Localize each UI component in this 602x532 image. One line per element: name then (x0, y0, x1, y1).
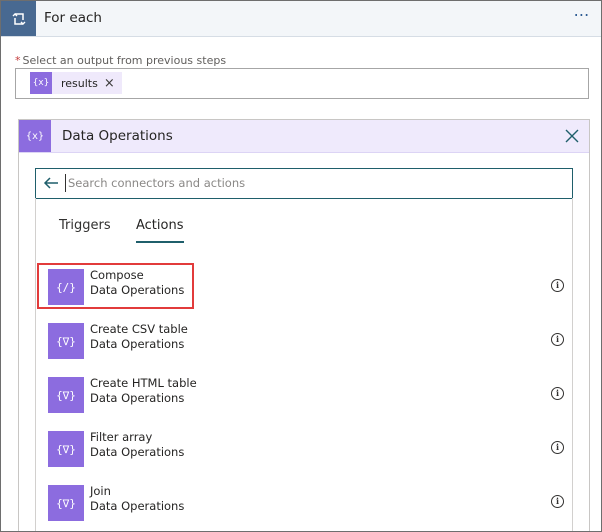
search-input[interactable] (65, 174, 568, 192)
info-icon[interactable]: i (551, 441, 564, 454)
data-operations-icon: {∇} (48, 323, 84, 359)
remove-token-icon[interactable]: × (104, 76, 122, 91)
action-item-filter-array[interactable]: {∇} Filter array Data Operations i (48, 427, 566, 475)
action-connector: Data Operations (90, 283, 185, 297)
required-mark: * (15, 54, 21, 67)
info-icon[interactable]: i (551, 279, 564, 292)
action-connector: Data Operations (90, 445, 185, 459)
action-name: Create CSV table (90, 322, 188, 336)
token-label: results (61, 76, 98, 90)
action-name: Filter array (90, 430, 153, 444)
data-operations-icon: {x} (30, 72, 52, 94)
action-connector: Data Operations (90, 337, 185, 351)
data-operations-icon: {∇} (48, 431, 84, 467)
action-name: Compose (90, 268, 144, 282)
tab-bar: Triggers Actions (36, 218, 572, 248)
action-name: Create HTML table (90, 376, 197, 390)
action-item-compose[interactable]: {∕} Compose Data Operations i (48, 265, 566, 313)
results-token[interactable]: {x} results × (30, 72, 122, 94)
search-box (35, 168, 573, 199)
for-each-title: For each (44, 10, 102, 26)
action-connector: Data Operations (90, 391, 185, 405)
loop-icon (1, 1, 36, 36)
action-item-create-html-table[interactable]: {∇} Create HTML table Data Operations i (48, 373, 566, 421)
compose-icon: {∕} (48, 269, 84, 305)
operations-list-area: Triggers Actions {∕} Compose Data Operat… (35, 198, 573, 531)
select-output-field[interactable]: {x} results × (15, 68, 589, 99)
info-icon[interactable]: i (551, 333, 564, 346)
action-name: Join (90, 484, 111, 498)
select-output-label: * Select an output from previous steps (15, 54, 226, 67)
data-operations-panel: {x} Data Operations Triggers Actions (18, 119, 590, 531)
action-connector: Data Operations (90, 499, 185, 513)
data-operations-icon: {∇} (48, 377, 84, 413)
for-each-header[interactable]: For each ⋯ (1, 1, 601, 37)
action-item-join[interactable]: {∇} Join Data Operations i (48, 481, 566, 529)
info-icon[interactable]: i (551, 387, 564, 400)
panel-title: Data Operations (62, 128, 173, 144)
data-operations-icon: {∇} (48, 485, 84, 521)
panel-header: {x} Data Operations (19, 120, 589, 153)
tab-triggers[interactable]: Triggers (59, 218, 111, 241)
back-arrow-icon[interactable] (42, 174, 60, 192)
data-operations-icon: {x} (19, 120, 51, 152)
info-icon[interactable]: i (551, 495, 564, 508)
for-each-card: For each ⋯ * Select an output from previo… (0, 0, 602, 532)
action-item-create-csv-table[interactable]: {∇} Create CSV table Data Operations i (48, 319, 566, 367)
tab-actions[interactable]: Actions (136, 218, 184, 243)
select-output-label-text: Select an output from previous steps (22, 54, 227, 67)
close-icon[interactable] (561, 125, 583, 147)
more-options-icon[interactable]: ⋯ (571, 7, 593, 27)
